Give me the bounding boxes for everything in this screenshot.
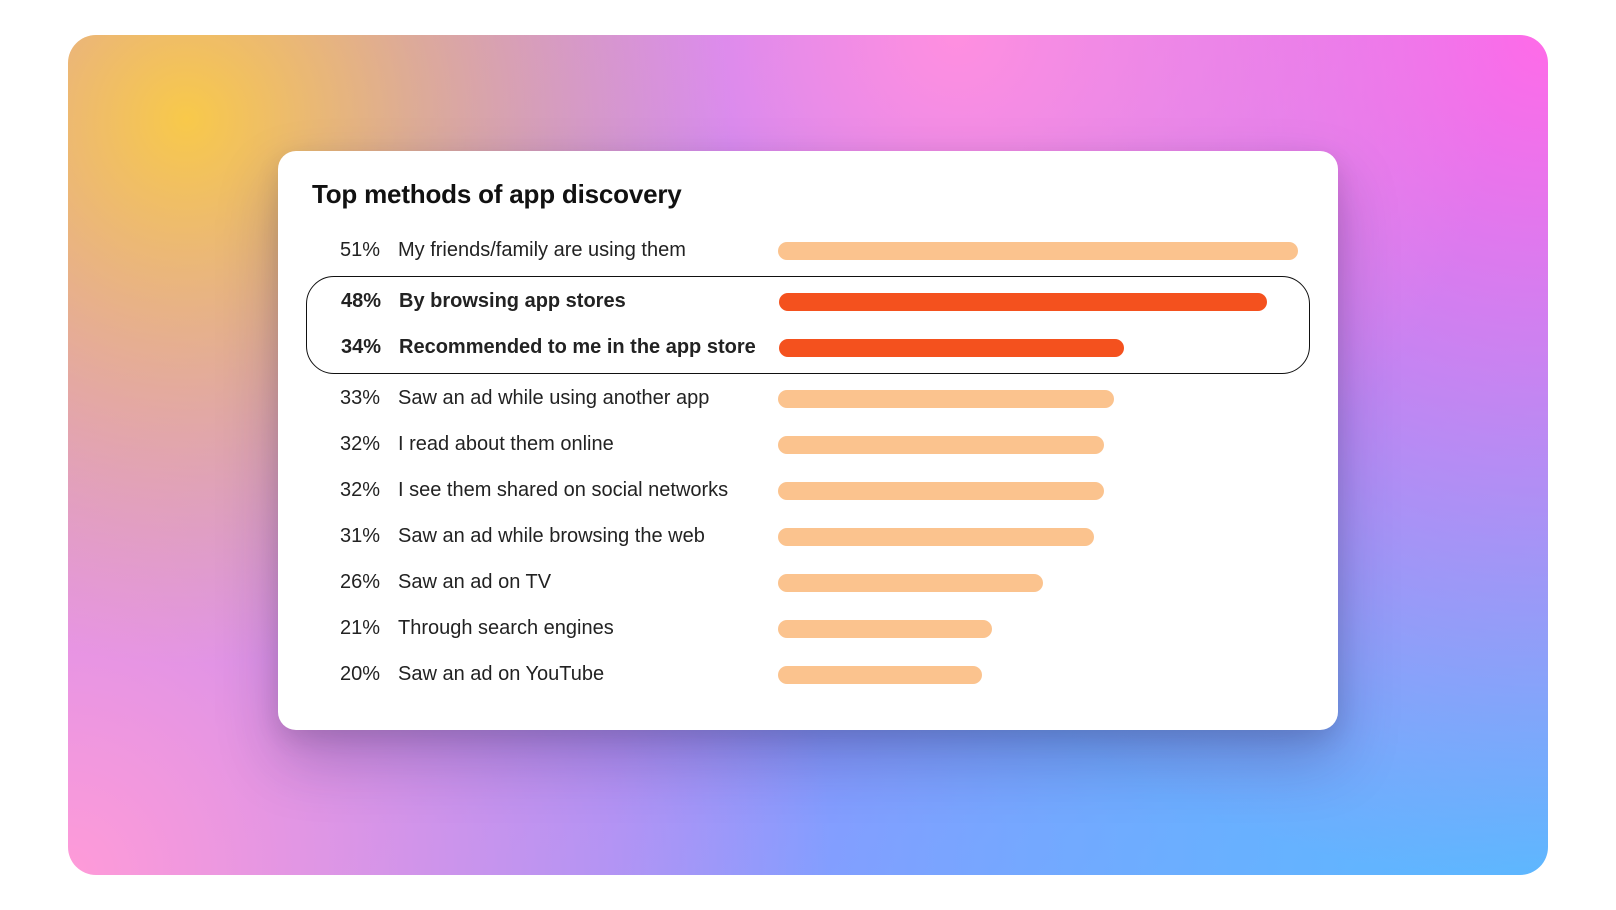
chart-row-label: Through search engines bbox=[398, 617, 778, 640]
chart-row-label: Saw an ad on TV bbox=[398, 571, 778, 594]
chart-row-value: 34% bbox=[319, 336, 399, 359]
chart-row: 33%Saw an ad while using another app bbox=[312, 376, 1304, 422]
chart-row: 34%Recommended to me in the app store bbox=[313, 325, 1303, 371]
chart-row-value: 31% bbox=[318, 525, 398, 548]
chart-row-value: 21% bbox=[318, 617, 398, 640]
chart-bar bbox=[779, 339, 1124, 357]
chart-bar bbox=[779, 293, 1267, 311]
chart-bar-track bbox=[779, 293, 1297, 311]
chart-row-label: By browsing app stores bbox=[399, 290, 779, 313]
chart-row: 48%By browsing app stores bbox=[313, 279, 1303, 325]
chart-row-label: Saw an ad on YouTube bbox=[398, 663, 778, 686]
chart-row: 26%Saw an ad on TV bbox=[312, 560, 1304, 606]
chart-bar-track bbox=[778, 242, 1298, 260]
chart-bar bbox=[778, 666, 982, 684]
chart-row-value: 20% bbox=[318, 663, 398, 686]
chart-card: Top methods of app discovery 51%My frien… bbox=[278, 151, 1338, 730]
chart-row-value: 32% bbox=[318, 433, 398, 456]
chart-title: Top methods of app discovery bbox=[312, 179, 1304, 210]
chart-bar-track bbox=[778, 666, 1298, 684]
chart-row-label: Saw an ad while using another app bbox=[398, 387, 778, 410]
chart-row: 32%I read about them online bbox=[312, 422, 1304, 468]
chart-row: 51%My friends/family are using them bbox=[312, 228, 1304, 274]
chart-row-label: I see them shared on social networks bbox=[398, 479, 778, 502]
chart-bar-track bbox=[778, 574, 1298, 592]
chart-bar-track bbox=[779, 339, 1297, 357]
chart-bar-track bbox=[778, 390, 1298, 408]
chart-bar bbox=[778, 482, 1104, 500]
chart-bar bbox=[778, 574, 1043, 592]
chart-row-value: 32% bbox=[318, 479, 398, 502]
chart-bar bbox=[778, 528, 1094, 546]
chart-bar-track bbox=[778, 528, 1298, 546]
chart-row-label: Recommended to me in the app store bbox=[399, 336, 779, 359]
gradient-stage: Top methods of app discovery 51%My frien… bbox=[68, 35, 1548, 875]
chart-row-label: I read about them online bbox=[398, 433, 778, 456]
chart-rows: 51%My friends/family are using them 48%By… bbox=[312, 228, 1304, 698]
chart-row: 32%I see them shared on social networks bbox=[312, 468, 1304, 514]
chart-bar-track bbox=[778, 620, 1298, 638]
chart-bar bbox=[778, 436, 1104, 454]
chart-bar bbox=[778, 620, 992, 638]
chart-row: 20%Saw an ad on YouTube bbox=[312, 652, 1304, 698]
chart-bar bbox=[778, 390, 1114, 408]
chart-highlight-group: 48%By browsing app stores34%Recommended … bbox=[306, 276, 1310, 374]
chart-row-value: 33% bbox=[318, 387, 398, 410]
chart-row-label: My friends/family are using them bbox=[398, 239, 778, 262]
chart-row: 31%Saw an ad while browsing the web bbox=[312, 514, 1304, 560]
chart-row-value: 26% bbox=[318, 571, 398, 594]
chart-bar-track bbox=[778, 482, 1298, 500]
chart-row: 21%Through search engines bbox=[312, 606, 1304, 652]
chart-row-label: Saw an ad while browsing the web bbox=[398, 525, 778, 548]
chart-row-value: 51% bbox=[318, 239, 398, 262]
chart-row-value: 48% bbox=[319, 290, 399, 313]
chart-bar-track bbox=[778, 436, 1298, 454]
chart-bar bbox=[778, 242, 1298, 260]
